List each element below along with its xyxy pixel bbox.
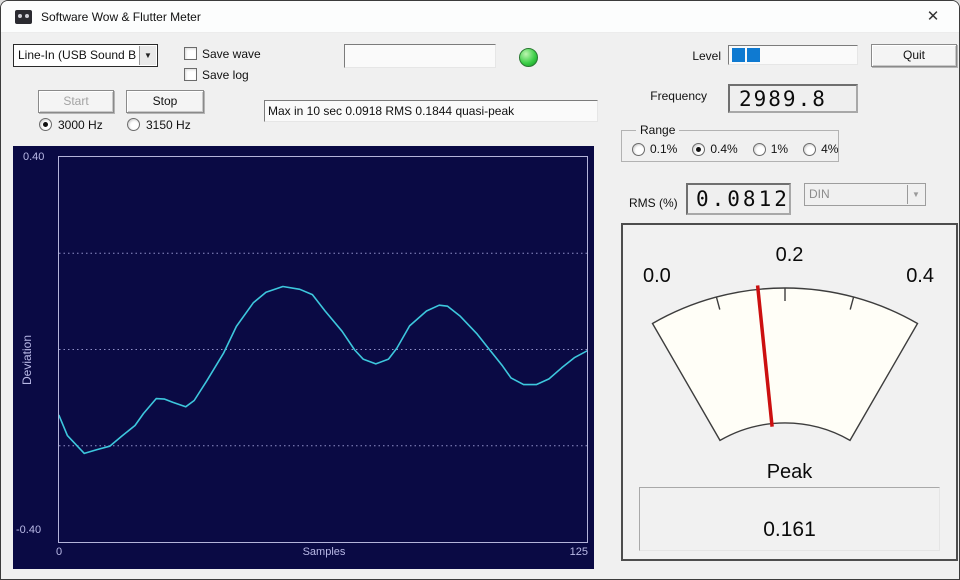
radio-3000hz[interactable] [39,118,52,131]
title-bar: Software Wow & Flutter Meter ✕ [1,1,959,33]
save-wave-label: Save wave [202,47,261,61]
range-radio-label: 4% [821,142,839,156]
weighting-combo[interactable]: DIN ▼ [804,183,926,206]
level-progressbar [728,45,858,65]
waveform-plot [58,157,588,542]
x-axis-title: Samples [302,546,346,558]
save-log-checkbox[interactable] [184,68,197,81]
window-title: Software Wow & Flutter Meter [41,10,201,24]
range-radio-label: 1% [770,142,789,156]
input-device-value: Line-In (USB Sound Bla [18,48,136,62]
ytick-bottom: -0.40 [16,524,42,536]
xtick-right: 125 [569,546,588,558]
input-device-combo[interactable]: Line-In (USB Sound Bla ▼ [13,44,158,67]
range-option-0.4%[interactable]: 0.4% [692,142,738,156]
analog-meter-panel: 0.0 0.2 0.4 Peak 0.161 [621,223,958,561]
frequency-display: 2989.8 [728,84,858,113]
signal-led-indicator [519,48,538,67]
chevron-down-icon: ▼ [907,185,924,204]
wave-filename-input[interactable] [344,44,496,68]
ytick-top: 0.40 [23,151,45,163]
start-button[interactable]: Start [38,90,114,113]
deviation-waveform [58,285,588,455]
stop-button[interactable]: Stop [126,90,204,113]
level-label: Level [692,49,721,63]
range-group-label: Range [636,123,680,137]
cassette-app-icon [15,10,32,24]
range-radio[interactable] [752,142,766,156]
peak-label: Peak [766,461,813,483]
quit-button[interactable]: Quit [871,44,957,67]
plot-frame [58,156,588,543]
radio-3150hz-label: 3150 Hz [146,118,191,132]
range-groupbox: Range 0.1% 0.4% 1% 4% [621,123,839,162]
close-icon[interactable]: ✕ [919,6,947,28]
save-log-label: Save log [202,68,249,82]
x-axis-row: 0 Samples 125 [56,546,590,562]
chevron-down-icon[interactable]: ▼ [139,46,156,65]
app-window: Software Wow & Flutter Meter ✕ Line-In (… [0,0,960,580]
y-axis-title: Deviation [20,334,34,386]
frequency-label: Frequency [650,89,707,103]
radio-3000hz-label: 3000 Hz [58,118,103,132]
meter-dial-face [651,287,919,442]
range-radio-label: 0.4% [710,142,738,156]
level-segment [747,48,760,62]
range-option-0.1%[interactable]: 0.1% [632,142,677,156]
range-radio[interactable] [803,142,817,156]
peak-value-display: 0.161 [639,487,940,551]
weighting-value: DIN [809,187,830,201]
range-radio[interactable] [692,142,706,156]
range-options: 0.1% 0.4% 1% 4% [632,142,838,156]
save-wave-checkbox[interactable] [184,47,197,60]
range-option-4%[interactable]: 4% [803,142,838,156]
range-option-1%[interactable]: 1% [752,142,789,156]
deviation-chart-panel: 0.40 -0.40 Deviation 0 Samples 125 [13,146,594,569]
radio-3150hz[interactable] [127,118,140,131]
rms-label: RMS (%) [629,196,678,210]
level-segment [732,48,745,62]
range-radio[interactable] [632,142,645,156]
status-readout: Max in 10 sec 0.0918 RMS 0.1844 quasi-pe… [264,100,598,122]
range-radio-label: 0.1% [650,142,678,156]
rms-display: 0.0812 [686,183,791,215]
